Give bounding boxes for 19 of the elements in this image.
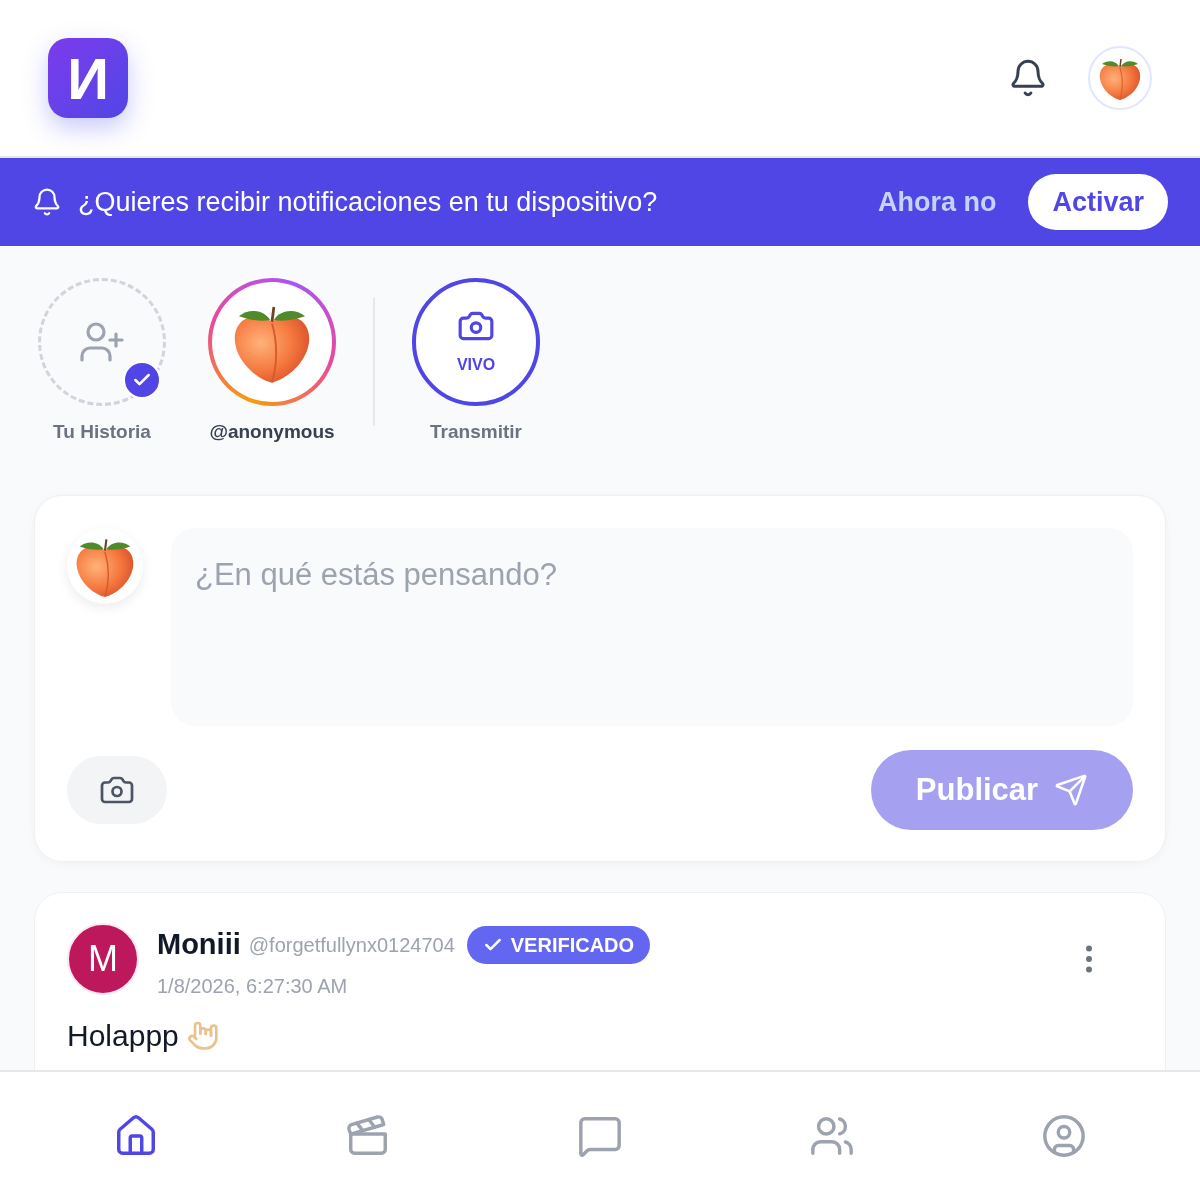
dismiss-link[interactable]: Ahora no — [877, 181, 997, 223]
post-time: 1/8/2026, 6:27:30 AM — [157, 973, 349, 999]
add-story-button[interactable] — [38, 278, 166, 406]
story-label: @anonymous — [209, 420, 335, 444]
user-name[interactable]: Moniii — [157, 923, 241, 967]
bell-icon[interactable] — [1008, 58, 1048, 98]
live-button[interactable]: VIVO — [412, 278, 540, 406]
bell-icon — [32, 187, 62, 217]
user-avatar[interactable]: M — [67, 923, 139, 995]
story-label: Transmitir — [430, 420, 522, 444]
rock-hand-icon — [186, 1019, 219, 1051]
verified-badge: VERIFICADO — [466, 925, 651, 964]
banner-message: ¿Quieres recibir notificaciones en tu dispositivo? — [78, 185, 659, 219]
app-logo[interactable]: И — [48, 38, 128, 118]
post-text: Holappp — [67, 1017, 179, 1054]
send-icon — [1054, 773, 1089, 807]
activate-button[interactable]: Activar — [1028, 174, 1168, 230]
story-label: Tu Historia — [53, 420, 151, 444]
user-handle: @forgetfullynx0124704 — [248, 932, 455, 958]
